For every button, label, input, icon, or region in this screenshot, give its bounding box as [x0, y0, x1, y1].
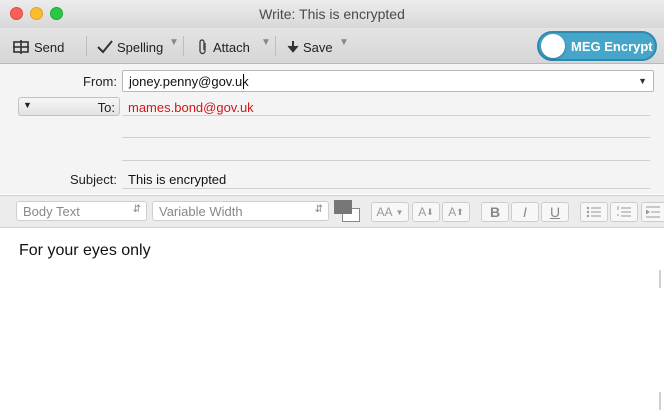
toolbar-divider	[183, 36, 184, 56]
recipient-type-arrow-icon: ▼	[23, 100, 32, 110]
bulleted-list-button[interactable]	[580, 202, 608, 222]
subject-label: Subject:	[70, 172, 117, 187]
from-value: joney.penny@gov.uk	[129, 74, 249, 89]
larger-text-button[interactable]: A ⬆	[442, 202, 470, 222]
send-button[interactable]: Send	[12, 38, 64, 56]
from-account-select[interactable]: joney.penny@gov.uk ▼	[122, 70, 654, 92]
spelling-menu-arrow[interactable]: ▼	[169, 37, 179, 48]
bulleted-list-icon	[586, 206, 601, 218]
save-menu-arrow[interactable]: ▼	[339, 37, 349, 48]
field-divider	[122, 188, 650, 189]
meg-encrypt-label: MEG Encrypt	[571, 38, 653, 54]
larger-arrow-icon: ⬆	[456, 206, 464, 217]
font-size-label: AA	[376, 205, 393, 219]
save-label: Save	[303, 39, 333, 55]
empty-recipient-row[interactable]	[122, 160, 650, 161]
text-cursor	[243, 74, 244, 89]
italic-label: I	[523, 204, 527, 220]
scrollbar-track[interactable]	[659, 392, 661, 410]
recipient-type-select[interactable]: ▼ To:	[18, 97, 120, 116]
field-divider	[122, 115, 650, 116]
subject-field[interactable]: This is encrypted	[128, 172, 226, 187]
from-label: From:	[83, 74, 117, 89]
from-dropdown-arrow-icon[interactable]: ▼	[638, 76, 647, 86]
attach-button[interactable]: Attach	[197, 38, 250, 56]
toolbar-divider	[275, 36, 276, 56]
paragraph-style-select[interactable]: Body Text ⇵	[16, 201, 147, 221]
save-button[interactable]: Save	[287, 38, 333, 56]
smaller-text-label: A	[418, 205, 427, 219]
underline-label: U	[549, 204, 561, 220]
paragraph-style-value: Body Text	[23, 204, 80, 219]
checkmark-icon	[97, 40, 113, 54]
to-label: To:	[97, 100, 115, 115]
send-icon	[13, 40, 29, 54]
to-recipient[interactable]: mames.bond@gov.uk	[128, 100, 254, 115]
updown-chevron-icon: ⇵	[314, 204, 323, 215]
paperclip-icon	[199, 39, 206, 55]
italic-button[interactable]: I	[511, 202, 539, 222]
smaller-text-button[interactable]: A ⬇	[412, 202, 440, 222]
scrollbar-track[interactable]	[659, 270, 661, 288]
font-size-arrow-icon: ▼	[395, 207, 404, 217]
font-value: Variable Width	[159, 204, 243, 219]
underline-button[interactable]: U	[541, 202, 569, 222]
bold-label: B	[489, 204, 501, 220]
meg-encrypt-toggle[interactable]: MEG Encrypt	[537, 31, 657, 61]
font-select[interactable]: Variable Width ⇵	[152, 201, 329, 221]
send-label: Send	[34, 39, 65, 55]
title-bar: Write: This is encrypted	[0, 0, 664, 28]
toolbar-divider	[86, 36, 87, 56]
toggle-knob	[541, 34, 565, 58]
indent-icon	[646, 206, 660, 218]
updown-chevron-icon: ⇵	[132, 204, 141, 215]
numbered-list-icon	[617, 206, 631, 217]
spelling-button[interactable]: Spelling	[97, 38, 163, 56]
larger-text-label: A	[448, 205, 457, 219]
text-color-picker[interactable]	[334, 200, 360, 222]
attach-label: Attach	[213, 39, 250, 55]
download-arrow-icon	[287, 41, 299, 53]
bold-button[interactable]: B	[481, 202, 509, 222]
window-title: Write: This is encrypted	[259, 6, 405, 22]
empty-recipient-row[interactable]	[122, 137, 650, 138]
foreground-color-swatch	[334, 200, 352, 214]
attach-menu-arrow[interactable]: ▼	[261, 37, 271, 48]
smaller-arrow-icon: ⬇	[426, 206, 434, 217]
message-body[interactable]: For your eyes only	[19, 242, 151, 260]
font-size-select[interactable]: AA ▼	[371, 202, 409, 222]
spelling-label: Spelling	[117, 39, 164, 55]
indent-button[interactable]	[641, 202, 664, 222]
numbered-list-button[interactable]	[610, 202, 638, 222]
